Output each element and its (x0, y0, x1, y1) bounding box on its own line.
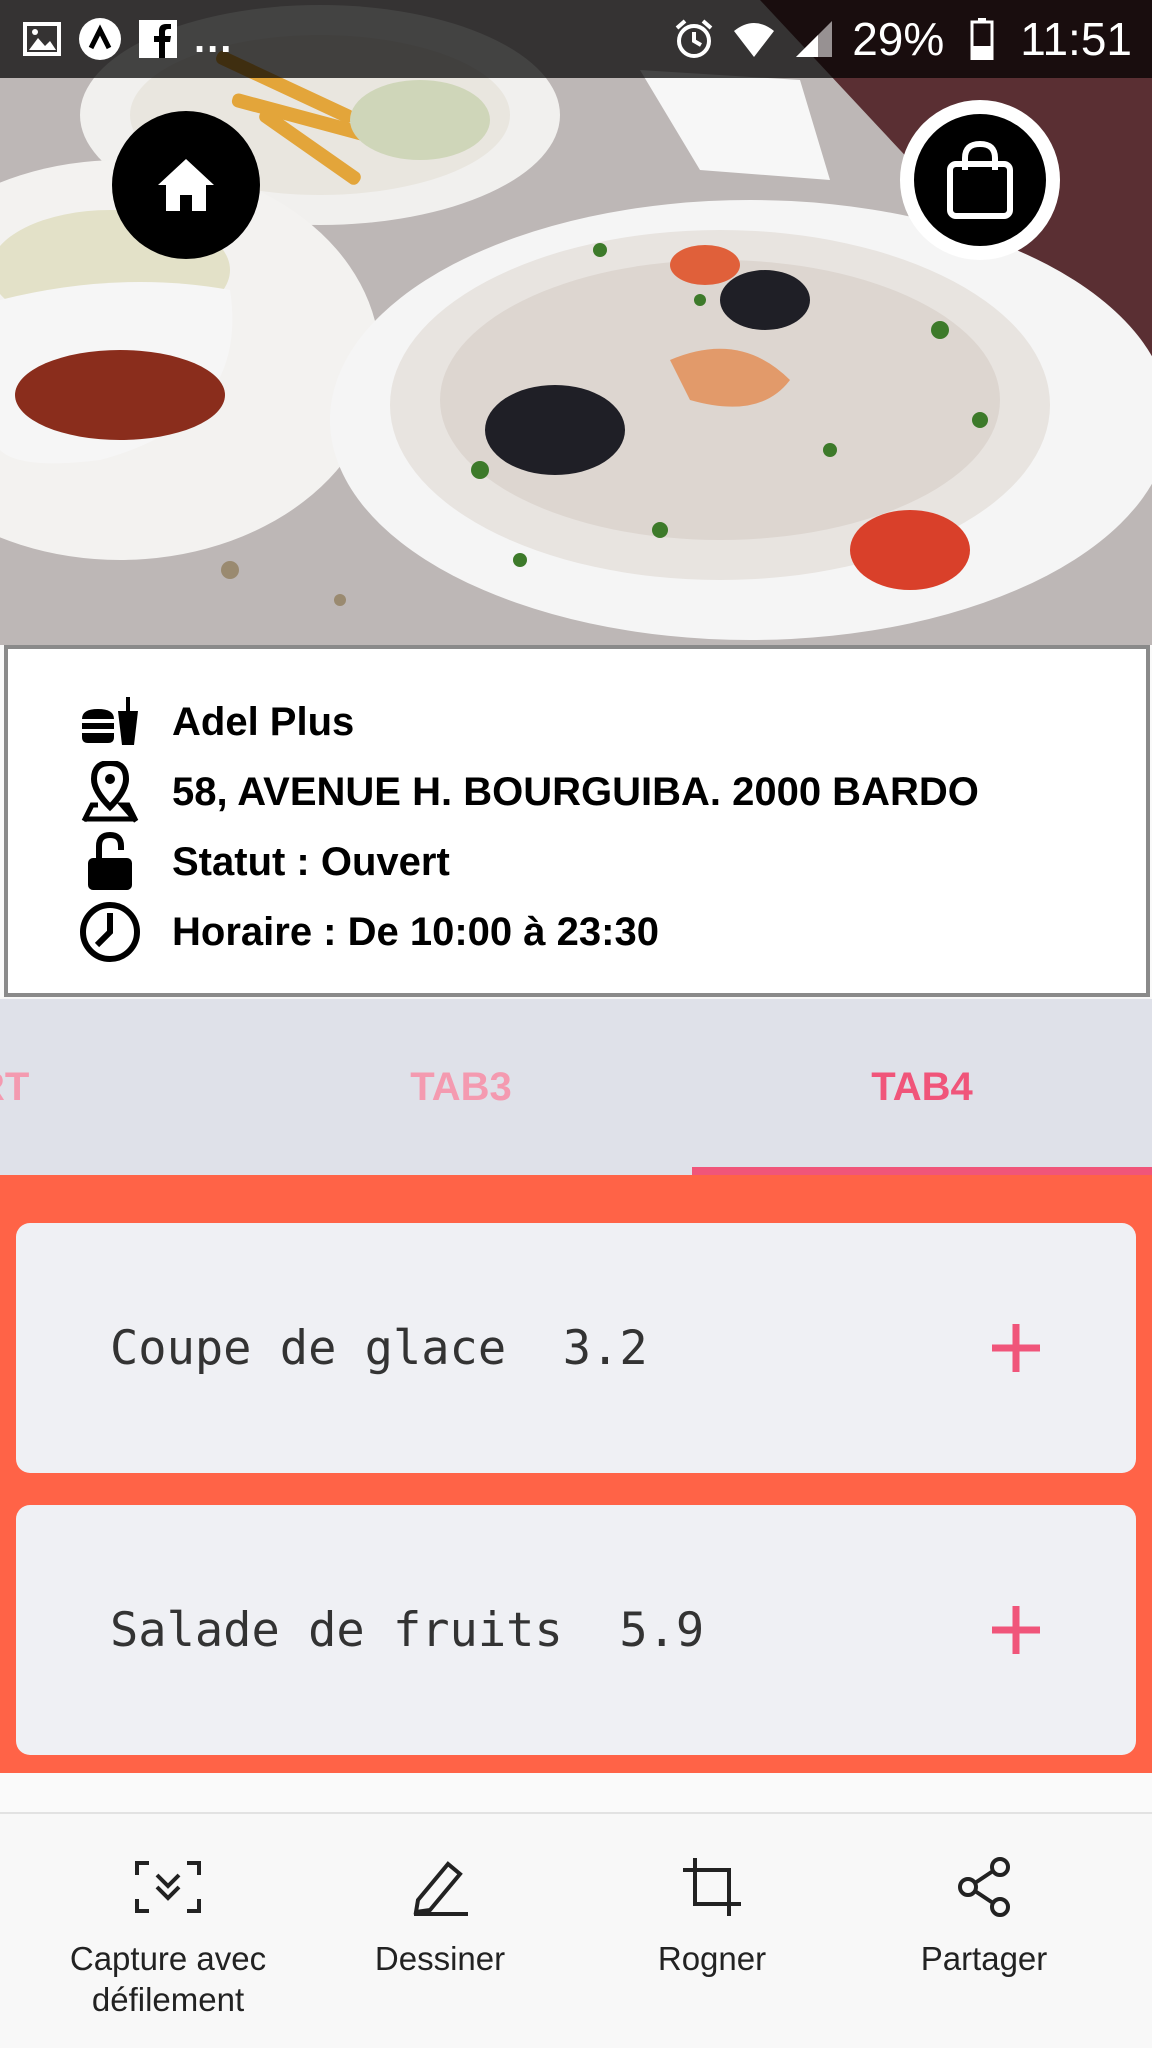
scroll-capture-icon (133, 1852, 203, 1922)
food-photo-image (0, 0, 1152, 645)
restaurant-status-row: Statut : Ouvert (70, 827, 1146, 897)
tab-tab4[interactable]: TAB4 (692, 999, 1152, 1175)
fast-food-icon (70, 692, 150, 752)
clock-icon (70, 902, 150, 962)
facebook-notification-icon (136, 17, 180, 61)
crop-label: Rogner (657, 1940, 767, 1977)
menu-item-card: Coupe de glace 3.2 (16, 1223, 1136, 1473)
signal-icon (792, 17, 836, 61)
add-to-cart-button[interactable] (986, 1600, 1046, 1660)
unlock-icon (70, 832, 150, 892)
menu-item-list: Coupe de glace 3.2 Salade de fruits 5.9 (0, 1175, 1152, 1773)
crop-button[interactable]: Rogner (568, 1814, 856, 2048)
draw-label: Dessiner (374, 1940, 506, 1977)
menu-item-label: Coupe de glace 3.2 (110, 1320, 648, 1376)
draw-button[interactable]: Dessiner (296, 1814, 584, 2048)
cart-button[interactable] (900, 100, 1060, 260)
restaurant-status: Statut : Ouvert (172, 839, 450, 884)
restaurant-info-card: Adel Plus 58, AVENUE H. BOURGUIBA. 2000 … (4, 645, 1150, 997)
tab-dessert[interactable]: SERT (0, 999, 100, 1175)
restaurant-address: 58, AVENUE H. BOURGUIBA. 2000 BARDO (172, 769, 979, 814)
tab-tab3[interactable]: TAB3 (346, 999, 576, 1175)
plus-icon (992, 1606, 1040, 1654)
share-icon (949, 1852, 1019, 1922)
home-button[interactable] (112, 111, 260, 259)
scroll-capture-label: Capture avec défilement (69, 1940, 267, 2018)
plus-icon (992, 1324, 1040, 1372)
app-notification-icon (78, 17, 122, 61)
scroll-capture-button[interactable]: Capture avec défilement (24, 1814, 312, 2048)
restaurant-hours: Horaire : De 10:00 à 23:30 (172, 909, 659, 954)
restaurant-name: Adel Plus (172, 699, 355, 744)
wifi-icon (732, 17, 776, 61)
category-tabs: SERT TAB3 TAB4 (0, 999, 1152, 1175)
status-bar: ... 29% 11:51 (0, 0, 1152, 78)
location-pin-icon (70, 761, 150, 823)
screenshot-toolbar: Capture avec défilement Dessiner Rogner … (0, 1812, 1152, 2048)
restaurant-name-row: Adel Plus (70, 687, 1146, 757)
battery-icon (960, 17, 1004, 61)
shopping-bag-icon (947, 140, 1013, 219)
add-to-cart-button[interactable] (986, 1318, 1046, 1378)
active-tab-indicator (692, 1167, 1152, 1175)
share-label: Partager (920, 1940, 1048, 1977)
more-notifications-indicator: ... (194, 16, 234, 61)
battery-percentage: 29% (852, 13, 945, 65)
share-button[interactable]: Partager (840, 1814, 1128, 2048)
alarm-icon (672, 17, 716, 61)
pen-icon (405, 1852, 475, 1922)
gallery-notification-icon (20, 17, 64, 61)
restaurant-hours-row: Horaire : De 10:00 à 23:30 (70, 897, 1146, 967)
clock-time: 11:51 (1020, 13, 1132, 65)
restaurant-address-row: 58, AVENUE H. BOURGUIBA. 2000 BARDO (70, 757, 1146, 827)
menu-item-card: Salade de fruits 5.9 (16, 1505, 1136, 1755)
hero-photo (0, 0, 1152, 645)
home-icon (158, 159, 214, 211)
menu-item-label: Salade de fruits 5.9 (110, 1602, 705, 1658)
crop-icon (677, 1852, 747, 1922)
